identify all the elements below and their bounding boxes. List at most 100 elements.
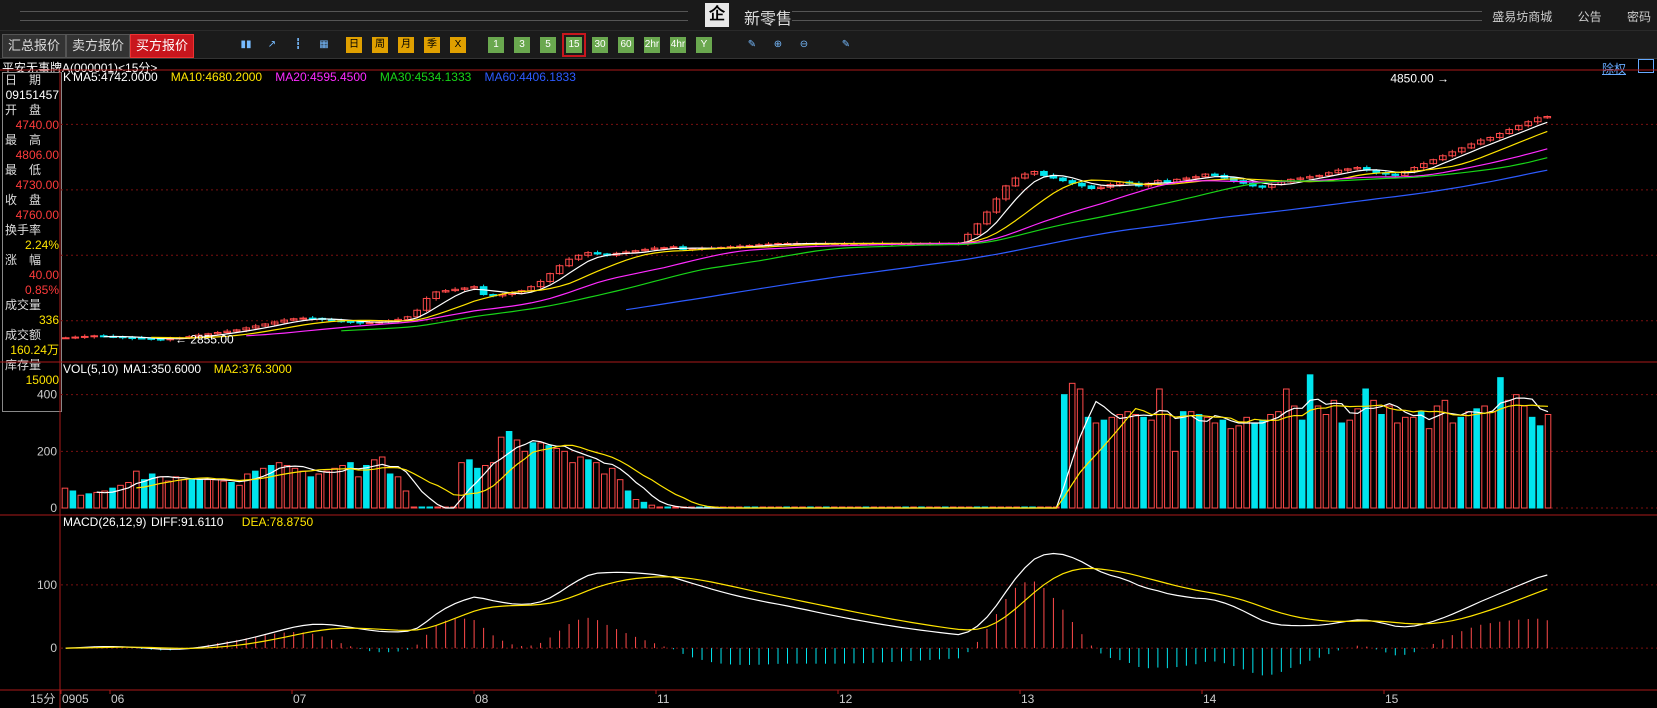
candle	[698, 247, 706, 250]
candle	[783, 242, 792, 245]
volume-bar	[323, 470, 330, 509]
minute-3-button[interactable]: 3	[514, 37, 530, 53]
info-value: 2.24%	[24, 238, 59, 252]
settings-icon[interactable]: ✎	[838, 37, 854, 53]
volume-bar	[926, 506, 933, 509]
volume-bar	[640, 501, 648, 509]
tab-seller-quotes[interactable]: 卖方报价	[66, 34, 131, 58]
candle	[137, 337, 146, 340]
candle	[1230, 177, 1238, 182]
tab-buyer-quotes[interactable]: 买方报价	[130, 34, 195, 58]
period-x-button[interactable]: X	[450, 37, 466, 53]
info-value: 336	[38, 313, 59, 327]
volume-bar	[981, 506, 989, 509]
volume-bar	[1148, 419, 1155, 509]
volume-bar	[1473, 408, 1480, 509]
kline-legend-ma10: MA10:4680.2000	[171, 70, 263, 84]
candle	[432, 291, 440, 299]
candle	[1486, 136, 1495, 141]
candle	[707, 247, 716, 250]
volume-bar	[529, 442, 537, 509]
candle	[1287, 178, 1295, 183]
volume-bar	[830, 506, 838, 509]
period-month-button[interactable]: 月	[398, 37, 414, 53]
candle	[166, 338, 175, 341]
minute-1-button[interactable]: 1	[488, 37, 504, 53]
volume-bar	[934, 506, 941, 509]
volume-bar	[426, 506, 434, 509]
kline-legend-ma60: MA60:4406.1833	[485, 70, 577, 84]
year-button[interactable]: Y	[696, 37, 712, 53]
candle	[1163, 180, 1172, 183]
period-week-button[interactable]: 周	[372, 37, 388, 53]
window-toggle-icon[interactable]	[1638, 59, 1654, 73]
candle	[850, 242, 858, 245]
volume-bar	[973, 506, 981, 509]
volume-bar	[1267, 414, 1274, 509]
volume-bar	[1060, 394, 1068, 509]
shop-link[interactable]: 盛易坊商城	[1492, 10, 1552, 24]
info-value: 4730.00	[15, 178, 59, 192]
candle	[954, 242, 963, 245]
volume-bar	[870, 506, 878, 509]
volume-bar	[823, 506, 830, 509]
calendar-icon[interactable]: ▦	[316, 37, 332, 53]
kline-bar-icon[interactable]: ▮▮	[238, 37, 254, 53]
volume-bar	[283, 465, 291, 509]
minute-5-button[interactable]: 5	[540, 37, 556, 53]
candle	[451, 288, 459, 292]
candle	[1505, 129, 1514, 135]
volume-bar	[1021, 506, 1028, 509]
password-link[interactable]: 密码	[1627, 10, 1651, 24]
volume-bar	[140, 479, 148, 509]
volume-bar	[220, 480, 227, 509]
zoom-out-icon[interactable]: ⊖	[796, 37, 812, 53]
kline-legend-ma30: MA30:4534.1333	[380, 70, 472, 84]
volume-bar	[117, 484, 124, 509]
hour-2-button[interactable]: 2hr	[644, 37, 660, 53]
volume-bar	[1465, 411, 1473, 509]
tab-summary-quotes[interactable]: 汇总报价	[2, 34, 67, 58]
minute-15-button[interactable]: 15	[562, 33, 586, 57]
volume-bar	[1195, 414, 1203, 509]
volume-bar	[862, 506, 870, 509]
volume-bar	[712, 506, 719, 509]
candle	[337, 320, 345, 323]
candle	[223, 330, 232, 334]
candle	[251, 325, 260, 329]
volume-bar	[1544, 414, 1552, 509]
notice-link[interactable]: 公告	[1578, 10, 1602, 24]
period-quarter-button[interactable]: 季	[424, 37, 440, 53]
vol-legend-ma1: MA1:350.6000	[123, 362, 201, 376]
period-day-button[interactable]: 日	[346, 37, 362, 53]
candle	[717, 246, 725, 249]
candle	[479, 286, 488, 296]
candle	[299, 317, 307, 320]
volume-bar	[61, 487, 69, 509]
volume-bar	[719, 506, 727, 509]
candle	[1239, 180, 1248, 184]
zoom-in-icon[interactable]: ⊕	[770, 37, 786, 53]
kline-line-icon[interactable]: ↗	[264, 37, 280, 53]
volume-bar	[125, 482, 132, 509]
volume-bar	[545, 445, 553, 509]
candle	[175, 337, 184, 340]
candle	[441, 290, 450, 293]
candle	[1400, 170, 1409, 176]
candle	[1040, 170, 1048, 176]
header-links: 盛易坊商城 公告 密码	[1470, 8, 1651, 25]
ex-rights-link[interactable]: 除权	[1602, 60, 1626, 77]
volume-bar	[1386, 405, 1393, 509]
volume-bar	[1513, 394, 1520, 509]
volume-bar	[363, 465, 370, 509]
minute-30-button[interactable]: 30	[592, 37, 608, 53]
candlestick-icon[interactable]: ┇	[290, 37, 306, 53]
title-rule-right	[792, 11, 1482, 21]
x-tick-label: 0905	[62, 692, 89, 706]
note-icon[interactable]: ✎	[744, 37, 760, 53]
candle	[1438, 155, 1447, 161]
hour-4-button[interactable]: 4hr	[670, 37, 686, 53]
candle	[926, 242, 934, 245]
candle	[1116, 181, 1124, 186]
minute-60-button[interactable]: 60	[618, 37, 634, 53]
